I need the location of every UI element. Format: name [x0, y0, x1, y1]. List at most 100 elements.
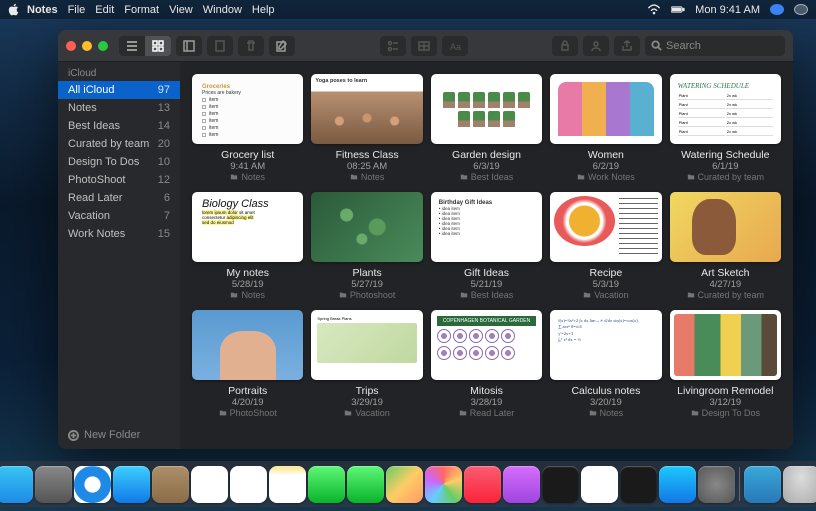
- sidebar-item-label: Read Later: [68, 192, 122, 204]
- note-title: Grocery list: [221, 149, 274, 161]
- sidebar-item-notes[interactable]: Notes13: [58, 99, 180, 117]
- toggle-sidebar-button[interactable]: [176, 36, 202, 56]
- note-card[interactable]: WATERING SCHEDULEPlant2x wkPlant2x wkPla…: [670, 74, 781, 182]
- menu-view[interactable]: View: [169, 4, 193, 16]
- view-mode-segment: [119, 36, 171, 56]
- note-card[interactable]: Fitness Class 08:25 AM Notes: [311, 74, 422, 182]
- control-center-icon[interactable]: [794, 4, 808, 15]
- dock-messages[interactable]: [308, 466, 345, 503]
- close-button[interactable]: [66, 41, 76, 51]
- note-title: Women: [588, 149, 624, 161]
- app-name[interactable]: Notes: [27, 4, 58, 16]
- table-button[interactable]: [411, 36, 437, 56]
- note-card[interactable]: Garden design 6/3/19 Best Ideas: [431, 74, 542, 182]
- checklist-button[interactable]: [380, 36, 406, 56]
- note-card[interactable]: Women 6/2/19 Work Notes: [550, 74, 661, 182]
- dock-music[interactable]: [464, 466, 501, 503]
- note-thumbnail: GroceriesPrices are bakeryitemitemitemit…: [192, 74, 303, 144]
- sidebar-item-design-to-dos[interactable]: Design To Dos10: [58, 153, 180, 171]
- note-date: 4/20/19: [232, 397, 264, 408]
- note-folder: Work Notes: [577, 172, 635, 182]
- note-title: Watering Schedule: [681, 149, 769, 161]
- attachments-button[interactable]: [207, 36, 233, 56]
- sidebar-item-best-ideas[interactable]: Best Ideas14: [58, 117, 180, 135]
- list-view-button[interactable]: [119, 36, 145, 56]
- dock-mail[interactable]: [113, 466, 150, 503]
- new-note-button[interactable]: [269, 36, 295, 56]
- apple-menu[interactable]: [8, 3, 19, 16]
- battery-icon[interactable]: [671, 4, 685, 15]
- note-card[interactable]: Art Sketch 4/27/19 Curated by team: [670, 192, 781, 300]
- dock-maps[interactable]: [386, 466, 423, 503]
- lock-button[interactable]: [552, 36, 578, 56]
- sidebar-item-curated-by-team[interactable]: Curated by team20: [58, 135, 180, 153]
- note-card[interactable]: f(x)=3x²+2 ∫x dx lim→∞ d/dx sin(x)=cos(x…: [550, 310, 661, 418]
- format-button[interactable]: Aa: [442, 36, 468, 56]
- gallery-view-button[interactable]: [145, 36, 171, 56]
- note-card[interactable]: Portraits 4/20/19 PhotoShoot: [192, 310, 303, 418]
- sidebar-item-vacation[interactable]: Vacation7: [58, 207, 180, 225]
- note-thumbnail: [550, 192, 661, 262]
- sidebar-item-read-later[interactable]: Read Later6: [58, 189, 180, 207]
- note-title: Garden design: [452, 149, 521, 161]
- menu-help[interactable]: Help: [252, 4, 275, 16]
- note-card[interactable]: Plants 5/27/19 Photoshoot: [311, 192, 422, 300]
- delete-button[interactable]: [238, 36, 264, 56]
- menu-file[interactable]: File: [68, 4, 86, 16]
- note-card[interactable]: COPENHAGEN BOTANICAL GARDEN Mitosis 3/28…: [431, 310, 542, 418]
- dock-notes[interactable]: [269, 466, 306, 503]
- sidebar-section-header: iCloud: [58, 62, 180, 81]
- minimize-button[interactable]: [82, 41, 92, 51]
- dock-appstore[interactable]: [659, 466, 696, 503]
- sidebar-item-work-notes[interactable]: Work Notes15: [58, 225, 180, 243]
- wifi-icon[interactable]: [647, 4, 661, 15]
- search-field[interactable]: Search: [645, 36, 785, 56]
- zoom-button[interactable]: [98, 41, 108, 51]
- note-date: 3/28/19: [471, 397, 503, 408]
- note-card[interactable]: Birthday Gift Ideas• idea item• idea ite…: [431, 192, 542, 300]
- dock-launchpad[interactable]: [35, 466, 72, 503]
- dock-safari[interactable]: [74, 466, 111, 503]
- dock-stocks[interactable]: [620, 466, 657, 503]
- new-folder-button[interactable]: New Folder: [58, 421, 180, 449]
- note-card[interactable]: Livingroom Remodel 3/12/19 Design To Dos: [670, 310, 781, 418]
- note-card[interactable]: Biology Classlorem ipsum dolor sit ametc…: [192, 192, 303, 300]
- menu-window[interactable]: Window: [203, 4, 242, 16]
- dock-preferences[interactable]: [698, 466, 735, 503]
- sidebar-item-label: Design To Dos: [68, 156, 139, 168]
- share-button[interactable]: [614, 36, 640, 56]
- sidebar-item-count: 13: [158, 102, 170, 114]
- dock-trash[interactable]: [783, 466, 816, 503]
- note-date: 5/27/19: [351, 279, 383, 290]
- notes-window: Aa Search iCloud All iCloud97Notes13Best…: [58, 30, 793, 449]
- menu-edit[interactable]: Edit: [95, 4, 114, 16]
- note-card[interactable]: GroceriesPrices are bakeryitemitemitemit…: [192, 74, 303, 182]
- dock-contacts[interactable]: [152, 466, 189, 503]
- dock-photos[interactable]: [425, 466, 462, 503]
- menu-format[interactable]: Format: [124, 4, 159, 16]
- sidebar-item-all-icloud[interactable]: All iCloud97: [58, 81, 180, 99]
- dock-facetime[interactable]: [347, 466, 384, 503]
- dock-downloads[interactable]: [744, 466, 781, 503]
- svg-text:Aa: Aa: [450, 42, 461, 52]
- note-card[interactable]: Spring Break Plans Trips 3/29/19 Vacatio…: [311, 310, 422, 418]
- note-title: Trips: [356, 385, 379, 397]
- note-date: 6/1/19: [712, 161, 738, 172]
- dock-podcasts[interactable]: [503, 466, 540, 503]
- note-folder: Design To Dos: [691, 408, 760, 418]
- note-title: Portraits: [228, 385, 267, 397]
- dock-tv[interactable]: [542, 466, 579, 503]
- dock-reminders[interactable]: [230, 466, 267, 503]
- sidebar-item-photoshoot[interactable]: PhotoShoot12: [58, 171, 180, 189]
- note-card[interactable]: Recipe 5/3/19 Vacation: [550, 192, 661, 300]
- dock-news[interactable]: [581, 466, 618, 503]
- note-title: Calculus notes: [571, 385, 640, 397]
- sidebar-item-count: 14: [158, 120, 170, 132]
- menubar-clock[interactable]: Mon 9:41 AM: [695, 4, 760, 16]
- dock-calendar[interactable]: [191, 466, 228, 503]
- collaborate-button[interactable]: [583, 36, 609, 56]
- note-date: 5/28/19: [232, 279, 264, 290]
- siri-icon[interactable]: [770, 4, 784, 15]
- note-title: Recipe: [590, 267, 623, 279]
- dock-finder[interactable]: [0, 466, 33, 503]
